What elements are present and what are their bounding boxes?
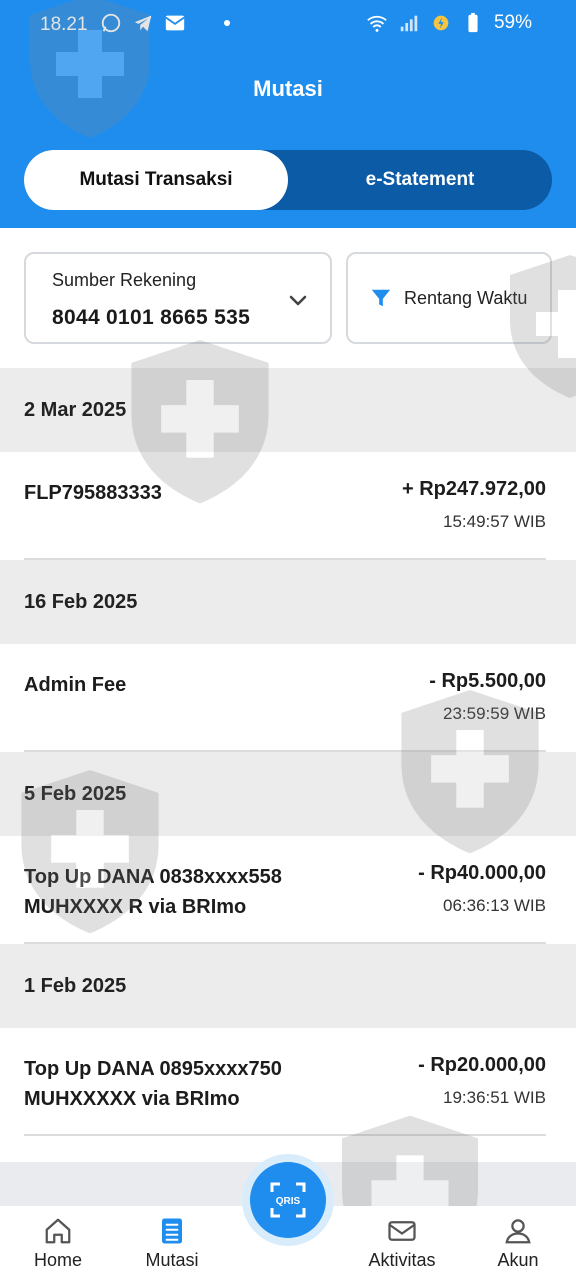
transaction-amount: - Rp5.500,00: [429, 670, 546, 692]
date-header: 16 Feb 2025: [0, 560, 576, 644]
page-title: Mutasi: [253, 76, 323, 101]
filter-icon: [371, 289, 391, 307]
transaction-description: Top Up DANA 0895xxxx750 MUHXXXXX via BRI…: [24, 1058, 282, 1110]
account-source-dropdown[interactable]: Sumber Rekening 8044 0101 8665 535: [24, 252, 332, 344]
transaction-amount: - Rp40.000,00: [418, 862, 546, 884]
transaction-item[interactable]: FLP795883333 + Rp247.972,00 15:49:57 WIB: [0, 452, 576, 560]
divider: [24, 558, 546, 560]
app-header: 18.21 59% Mutasi Mutasi Transaksi e-Stat…: [0, 0, 576, 228]
nav-home[interactable]: Home: [8, 1216, 108, 1271]
date-header: 1 Feb 2025: [0, 944, 576, 1028]
tab-mutasi-transaksi[interactable]: Mutasi Transaksi: [24, 150, 288, 210]
notification-icons: [100, 12, 230, 34]
transaction-amount: - Rp20.000,00: [418, 1054, 546, 1076]
transaction-time: 06:36:13 WIB: [442, 896, 546, 915]
user-icon: [505, 1219, 531, 1244]
nav-aktivitas[interactable]: Aktivitas: [352, 1216, 452, 1271]
divider: [24, 942, 546, 944]
account-number: 8044 0101 8665 535: [52, 306, 251, 329]
qris-scan-icon: QRIS: [270, 1182, 306, 1218]
more-notifications-dot: [224, 20, 230, 26]
nav-aktivitas-label: Aktivitas: [368, 1250, 436, 1270]
nav-akun-label: Akun: [497, 1250, 539, 1270]
receipt-icon: [162, 1218, 182, 1244]
mail-icon: [388, 1221, 416, 1241]
transaction-item[interactable]: Admin Fee - Rp5.500,00 23:59:59 WIB: [0, 644, 576, 752]
tab-e-statement[interactable]: e-Statement: [288, 150, 552, 210]
transaction-item[interactable]: Top Up DANA 0895xxxx750 MUHXXXXX via BRI…: [0, 1028, 576, 1136]
mail-notification-icon: [165, 15, 185, 31]
transaction-time: 15:49:57 WIB: [442, 512, 546, 531]
status-bar: 18.21 59%: [0, 0, 576, 50]
date-header: 5 Feb 2025: [0, 752, 576, 836]
nav-mutasi[interactable]: Mutasi: [122, 1216, 222, 1271]
signal-icon: [400, 15, 418, 32]
account-source-label: Sumber Rekening: [52, 270, 197, 290]
data-saver-icon: [433, 15, 449, 31]
date-range-filter-button[interactable]: Rentang Waktu: [346, 252, 552, 344]
whatsapp-icon: [101, 13, 121, 33]
tab-switcher: Mutasi Transaksi e-Statement: [24, 150, 552, 210]
date-range-label: Rentang Waktu: [404, 287, 528, 308]
qris-button[interactable]: QRIS: [250, 1162, 326, 1238]
nav-mutasi-label: Mutasi: [145, 1250, 199, 1270]
transaction-time: 23:59:59 WIB: [442, 704, 546, 723]
filter-row: Sumber Rekening 8044 0101 8665 535 Renta…: [24, 252, 552, 344]
transaction-item[interactable]: Top Up DANA 0838xxxx558 MUHXXXX R via BR…: [0, 836, 576, 944]
battery-percentage: 59%: [493, 12, 532, 33]
transaction-amount: + Rp247.972,00: [402, 478, 546, 500]
nav-home-label: Home: [33, 1250, 82, 1270]
divider: [24, 1134, 546, 1136]
telegram-icon: [134, 15, 152, 32]
transaction-time: 19:36:51 WIB: [442, 1088, 546, 1107]
transaction-description: Admin Fee: [24, 674, 127, 696]
nav-akun[interactable]: Akun: [468, 1216, 568, 1271]
battery-icon: [468, 12, 478, 33]
date-header: 2 Mar 2025: [0, 368, 576, 452]
status-time: 18.21: [40, 14, 88, 35]
transaction-list: 2 Mar 2025 FLP795883333 + Rp247.972,00 1…: [0, 368, 576, 1136]
qris-button-ring: QRIS: [242, 1154, 334, 1246]
qris-label: QRIS: [276, 1196, 301, 1207]
system-icons: 59%: [366, 12, 532, 34]
chevron-down-icon: [289, 295, 307, 306]
transaction-description: Top Up DANA 0838xxxx558 MUHXXXX R via BR…: [24, 866, 282, 918]
divider: [24, 750, 546, 752]
transaction-description: FLP795883333: [24, 482, 162, 504]
wifi-icon: [367, 15, 387, 32]
home-icon: [45, 1218, 71, 1244]
